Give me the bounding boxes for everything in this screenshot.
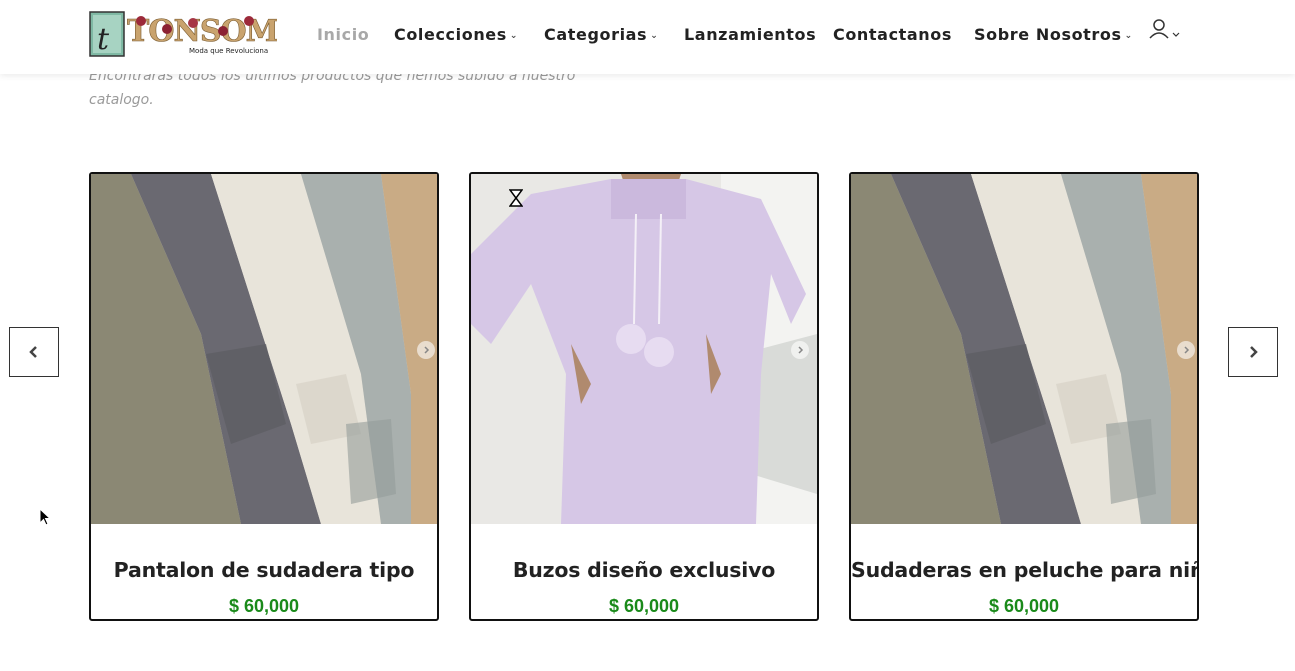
chevron-down-icon: ⌄ xyxy=(650,30,659,41)
site-header: t TONSOM Moda que Revoluciona Inicio Col… xyxy=(0,0,1295,74)
nav-colecciones[interactable]: Colecciones ⌄ xyxy=(394,25,518,44)
nav-categorias-label: Categorias xyxy=(544,25,648,44)
product-price: $ 60,000 xyxy=(988,596,1060,616)
nav-lanzamientos[interactable]: Lanzamientos xyxy=(684,25,816,44)
nav-sobre-nosotros-label: Sobre Nosotros xyxy=(974,25,1122,44)
nav-colecciones-label: Colecciones xyxy=(394,25,507,44)
svg-text:TONSOM: TONSOM xyxy=(127,14,277,49)
nav-categorias[interactable]: Categorias ⌄ xyxy=(544,25,658,44)
image-next-icon[interactable] xyxy=(417,341,435,359)
chevron-down-icon: ⌄ xyxy=(1124,30,1133,41)
mouse-cursor-icon xyxy=(39,507,52,530)
chevron-right-icon xyxy=(1250,346,1258,358)
product-title: Pantalon de sudadera tipo xyxy=(113,558,415,582)
nav-contactanos[interactable]: Contactanos xyxy=(833,25,952,44)
product-title: Buzos diseño exclusivo xyxy=(512,558,776,582)
product-image xyxy=(471,174,817,524)
hourglass-icon xyxy=(508,189,524,211)
product-card[interactable]: Buzos diseño exclusivo $ 60,000 xyxy=(469,172,819,621)
carousel-next-button[interactable] xyxy=(1228,327,1278,377)
product-price: $ 60,000 xyxy=(228,596,300,616)
product-title: Sudaderas en peluche para niños xyxy=(851,558,1199,582)
account-menu[interactable] xyxy=(1148,18,1184,42)
chevron-down-icon: ⌄ xyxy=(509,30,519,41)
product-image xyxy=(91,174,437,524)
user-icon xyxy=(1149,19,1180,39)
svg-text:t: t xyxy=(97,22,110,57)
nav-inicio[interactable]: Inicio xyxy=(317,25,369,44)
image-next-icon[interactable] xyxy=(791,341,809,359)
nav-sobre-nosotros[interactable]: Sobre Nosotros ⌄ xyxy=(974,25,1133,44)
product-card[interactable]: Pantalon de sudadera tipo $ 60,000 xyxy=(89,172,439,621)
product-image xyxy=(851,174,1197,524)
carousel-prev-button[interactable] xyxy=(9,327,59,377)
product-price: $ 60,000 xyxy=(608,596,680,616)
image-next-icon[interactable] xyxy=(1177,341,1195,359)
chevron-left-icon xyxy=(29,346,37,358)
logo-tagline: Moda que Revoluciona xyxy=(189,47,268,55)
product-card[interactable]: Sudaderas en peluche para niños $ 60,000 xyxy=(849,172,1199,621)
brand-logo[interactable]: t TONSOM Moda que Revoluciona xyxy=(89,11,279,57)
